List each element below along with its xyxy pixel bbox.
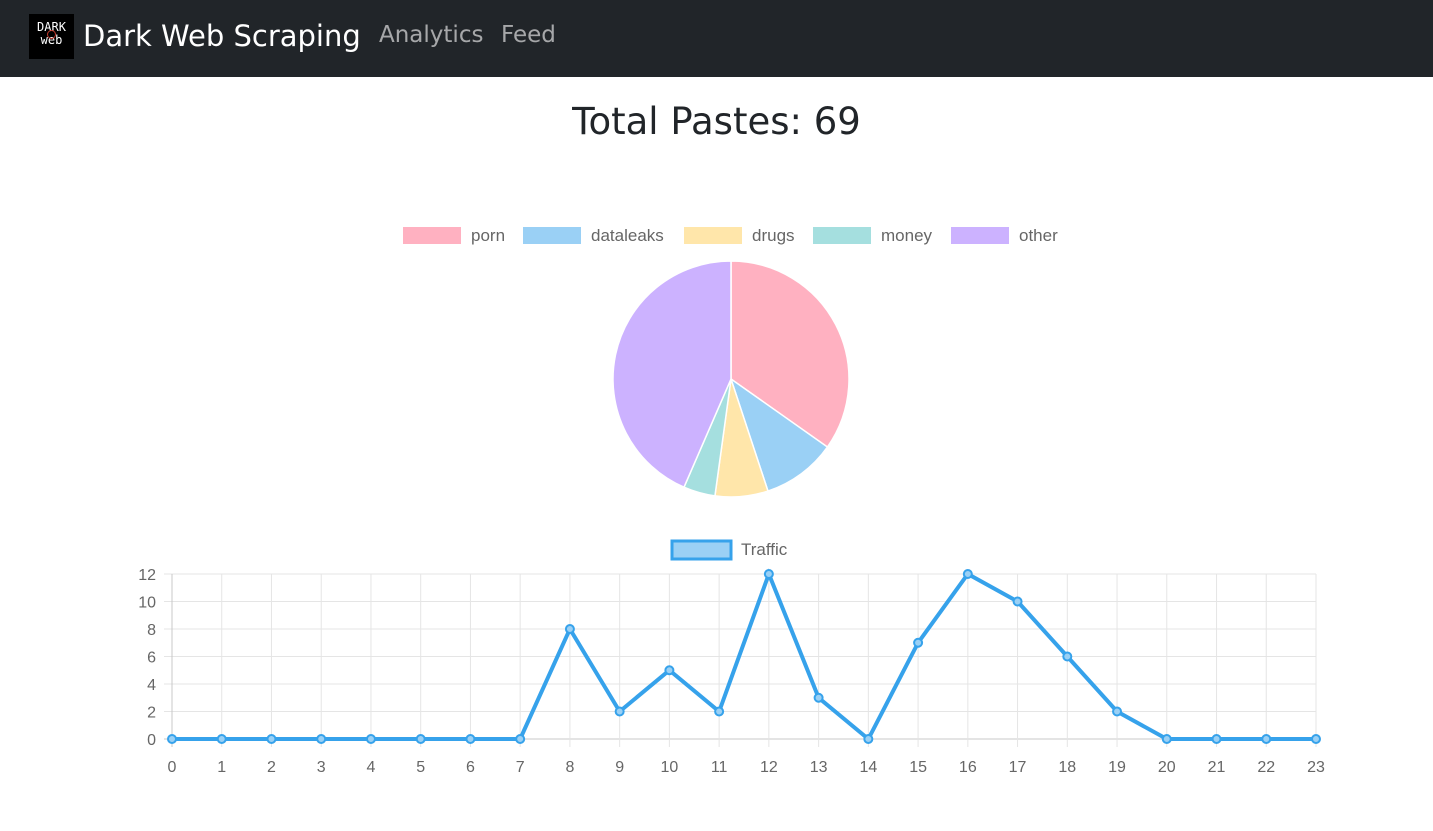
x-tick-label: 22: [1257, 759, 1275, 776]
legend-item-traffic[interactable]: Traffic: [670, 539, 788, 561]
legend-label-money: money: [881, 226, 933, 245]
dark-web-logo: DARK web: [29, 13, 74, 59]
x-tick-label: 14: [859, 759, 877, 776]
x-tick-label: 12: [760, 759, 778, 776]
x-tick-label: 11: [711, 759, 728, 776]
x-tick-label: 19: [1108, 759, 1126, 776]
traffic-data-point[interactable]: [962, 569, 973, 579]
legend-label-porn: porn: [471, 226, 505, 245]
traffic-data-point[interactable]: [1211, 734, 1222, 744]
traffic-data-point[interactable]: [763, 569, 774, 579]
traffic-data-point[interactable]: [863, 734, 874, 744]
nav-link-feed[interactable]: Feed: [501, 22, 556, 48]
traffic-data-point[interactable]: [1161, 734, 1172, 744]
traffic-data-point[interactable]: [1112, 706, 1123, 717]
traffic-data-point[interactable]: [266, 734, 277, 744]
traffic-data-point[interactable]: [216, 734, 227, 744]
x-tick-label: 21: [1208, 759, 1226, 776]
x-tick-label: 13: [810, 759, 828, 776]
brand-link[interactable]: DARK web Dark Web Scraping: [29, 13, 361, 59]
legend-item-porn[interactable]: porn: [403, 226, 505, 245]
traffic-data-point[interactable]: [465, 734, 476, 744]
traffic-data-point[interactable]: [1311, 734, 1321, 744]
traffic-data-point[interactable]: [913, 637, 924, 648]
legend-label-drugs: drugs: [752, 226, 795, 245]
y-tick-label: 8: [147, 622, 156, 639]
legend-swatch-traffic: [670, 539, 733, 561]
legend-swatch-money: [813, 227, 871, 244]
y-tick-label: 2: [147, 705, 156, 722]
legend-label-other: other: [1019, 226, 1058, 245]
x-tick-label: 9: [615, 759, 624, 776]
legend-swatch-drugs: [684, 227, 742, 244]
brand-title: Dark Web Scraping: [83, 19, 361, 53]
category-pie-chart: porn dataleaks drugs money other: [403, 226, 1058, 498]
traffic-data-point[interactable]: [1261, 734, 1272, 744]
x-tick-label: 8: [565, 759, 574, 776]
traffic-data-point[interactable]: [813, 692, 824, 703]
x-tick-label: 4: [367, 759, 376, 776]
x-tick-label: 0: [168, 759, 177, 776]
x-tick-label: 2: [267, 759, 276, 776]
x-tick-label: 18: [1058, 759, 1076, 776]
x-tick-label: 10: [660, 759, 678, 776]
x-tick-label: 16: [959, 759, 977, 776]
y-tick-label: 4: [147, 677, 156, 694]
traffic-data-point[interactable]: [316, 734, 327, 744]
traffic-data-point[interactable]: [614, 706, 625, 717]
legend-item-money[interactable]: money: [813, 226, 933, 245]
traffic-data-point[interactable]: [1012, 596, 1023, 607]
legend-label-traffic: Traffic: [741, 540, 788, 559]
traffic-data-point[interactable]: [564, 624, 575, 634]
traffic-line-chart: Traffic0246810120 1 2 3 4 5 6 7 8 9 10 11 12 13 14 15 16…: [138, 539, 1325, 776]
x-tick-label: 17: [1009, 759, 1027, 776]
x-tick-label: 23: [1307, 759, 1325, 776]
nav-link-analytics[interactable]: Analytics: [379, 22, 483, 48]
x-tick-label: 7: [516, 759, 525, 776]
x-tick-label: 5: [416, 759, 425, 776]
x-tick-label: 3: [317, 759, 326, 776]
x-tick-label: 1: [217, 759, 226, 776]
traffic-data-point[interactable]: [515, 734, 526, 744]
page-title: Total Pastes: 69: [572, 100, 861, 143]
navbar: DARK web Dark Web Scraping Analytics Fee…: [0, 0, 1433, 77]
legend-item-dataleaks[interactable]: dataleaks: [523, 226, 664, 245]
legend-swatch-porn: [403, 227, 461, 244]
traffic-data-point[interactable]: [1062, 651, 1073, 662]
traffic-data-point[interactable]: [664, 665, 675, 676]
traffic-data-point[interactable]: [415, 734, 426, 744]
legend-swatch-dataleaks: [523, 227, 581, 244]
x-tick-label: 20: [1158, 759, 1176, 776]
legend-label-dataleaks: dataleaks: [591, 226, 664, 245]
x-tick-label: 15: [909, 759, 927, 776]
logo-eye-icon: [47, 29, 56, 39]
y-tick-label: 10: [138, 595, 156, 612]
y-tick-label: 12: [138, 567, 156, 584]
legend-item-other[interactable]: other: [951, 226, 1058, 245]
y-tick-label: 0: [147, 732, 156, 749]
traffic-data-point[interactable]: [365, 734, 376, 744]
x-tick-label: 6: [466, 759, 475, 776]
legend-item-drugs[interactable]: drugs: [684, 226, 795, 245]
legend-swatch-other: [951, 227, 1009, 244]
traffic-data-point[interactable]: [167, 734, 177, 744]
traffic-data-point[interactable]: [714, 706, 725, 717]
y-tick-label: 6: [147, 650, 156, 667]
